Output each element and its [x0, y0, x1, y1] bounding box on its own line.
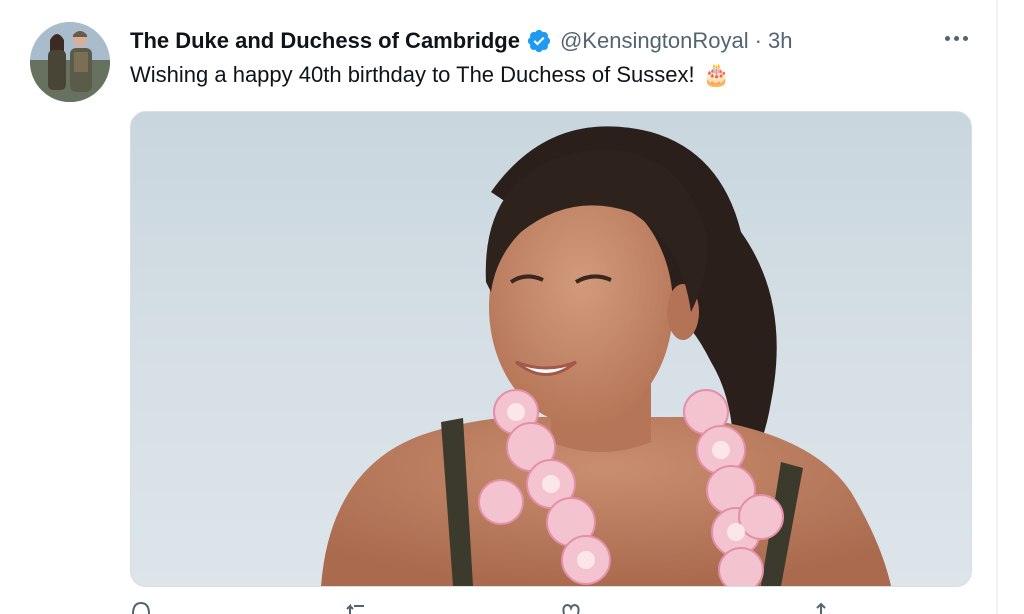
tweet-timestamp[interactable]: 3h: [768, 28, 792, 54]
verified-badge-icon: [526, 28, 552, 54]
separator-dot: ·: [754, 28, 762, 53]
author-name[interactable]: The Duke and Duchess of Cambridge: [130, 28, 520, 54]
tweet-media-photo[interactable]: [130, 111, 972, 587]
author-handle[interactable]: @KensingtonRoyal: [560, 28, 749, 54]
like-icon[interactable]: [560, 600, 582, 614]
share-icon[interactable]: [810, 600, 832, 614]
more-options-icon[interactable]: [940, 24, 972, 52]
tweet-header: The Duke and Duchess of Cambridge @Kensi…: [130, 24, 792, 58]
photo-illustration: [321, 126, 891, 586]
tweet-text-body: Wishing a happy 40th birthday to The Duc…: [130, 62, 695, 87]
column-divider: [996, 0, 998, 614]
tweet-text: Wishing a happy 40th birthday to The Duc…: [130, 62, 730, 88]
avatar-photo: [30, 22, 110, 102]
birthday-cake-emoji: 🎂: [702, 62, 730, 87]
avatar[interactable]: [30, 22, 110, 102]
tweet-card[interactable]: The Duke and Duchess of Cambridge @Kensi…: [0, 0, 1024, 614]
retweet-icon[interactable]: [346, 600, 368, 614]
tweet-actions: [130, 600, 890, 614]
reply-icon[interactable]: [130, 600, 152, 614]
